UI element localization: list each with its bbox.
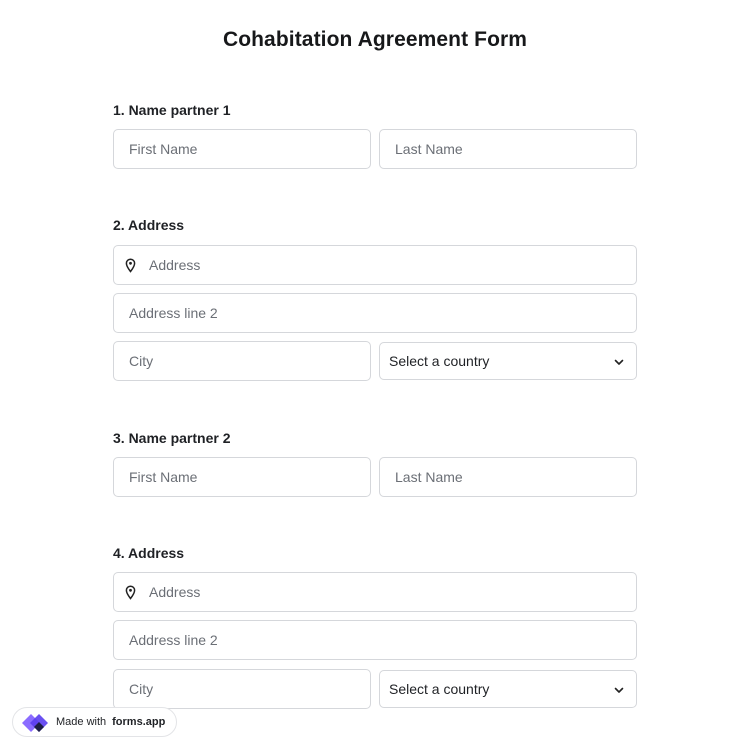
partner1-last-name-input[interactable]: Last Name (379, 129, 637, 169)
city-1-input[interactable]: City (113, 341, 371, 381)
placeholder: Address (149, 257, 201, 273)
badge-prefix: Made with (56, 716, 107, 728)
placeholder: Last Name (395, 469, 463, 485)
country-1-select[interactable]: Select a country (379, 342, 637, 380)
address-1-input[interactable]: Address (113, 245, 637, 285)
partner2-last-name-input[interactable]: Last Name (379, 457, 637, 497)
map-pin-icon (125, 258, 136, 273)
placeholder: Last Name (395, 141, 463, 157)
placeholder: Address (149, 584, 201, 600)
partner2-first-name-input[interactable]: First Name (113, 457, 371, 497)
placeholder: First Name (129, 469, 198, 485)
select-value: Select a country (389, 681, 490, 697)
country-2-select[interactable]: Select a country (379, 670, 637, 708)
select-value: Select a country (389, 353, 490, 369)
question-1-label: 1. Name partner 1 (113, 102, 231, 118)
chevron-down-icon (614, 359, 624, 365)
address-2-input[interactable]: Address (113, 572, 637, 612)
chevron-down-icon (614, 687, 624, 693)
forms-app-logo-icon (22, 714, 48, 732)
address-1-line2-input[interactable]: Address line 2 (113, 293, 637, 333)
question-3-label: 3. Name partner 2 (113, 430, 231, 446)
question-2-label: 2. Address (113, 217, 185, 233)
badge-brand: forms.app (112, 716, 166, 728)
placeholder: Address line 2 (129, 632, 218, 648)
partner1-first-name-input[interactable]: First Name (113, 129, 371, 169)
placeholder: Address line 2 (129, 305, 218, 321)
city-2-input[interactable]: City (113, 669, 371, 709)
address-2-line2-input[interactable]: Address line 2 (113, 620, 637, 660)
placeholder: City (129, 353, 154, 369)
question-4-label: 4. Address (113, 545, 185, 561)
placeholder: First Name (129, 141, 198, 157)
made-with-badge[interactable]: Made with forms.app (12, 707, 178, 737)
form-title: Cohabitation Agreement Form (222, 28, 528, 51)
map-pin-icon (125, 585, 136, 600)
placeholder: City (129, 681, 154, 697)
